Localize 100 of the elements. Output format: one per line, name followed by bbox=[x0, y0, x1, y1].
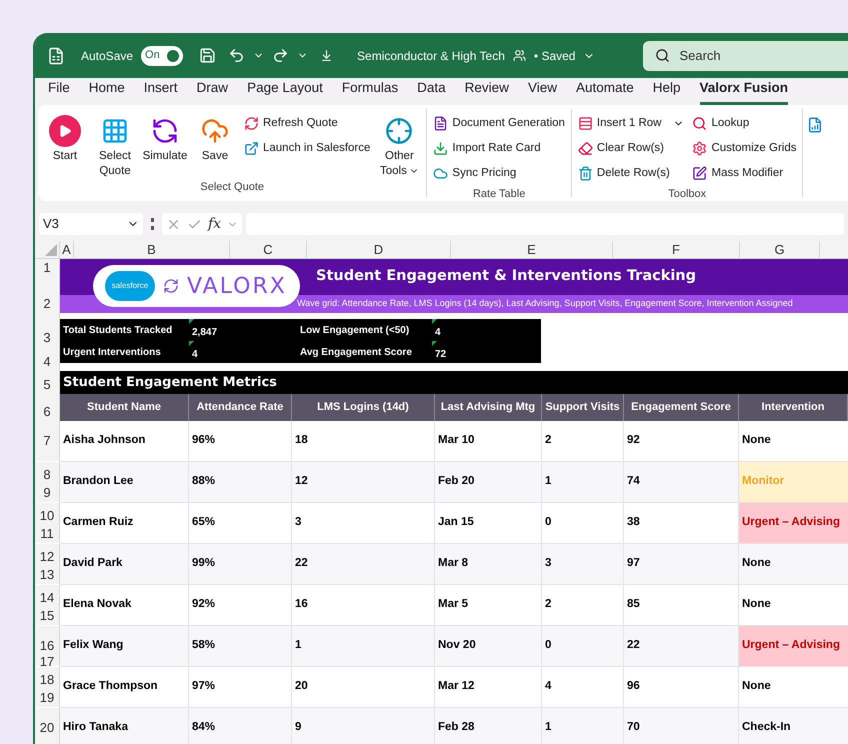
table-cell: 3 bbox=[542, 544, 624, 584]
table-cell: 85 bbox=[624, 585, 739, 625]
table-cell: Carmen Ruiz bbox=[60, 503, 189, 543]
kpi-label: Total Students Tracked bbox=[62, 324, 174, 338]
intervention-cell: Urgent – Advising bbox=[739, 626, 848, 666]
ribbon-button[interactable]: Customize Grids bbox=[690, 136, 798, 161]
row-number: 1 bbox=[43, 259, 51, 277]
menu-tab[interactable]: Data bbox=[417, 78, 446, 105]
table-cell: 12 bbox=[292, 462, 435, 502]
table-cell: 92% bbox=[189, 585, 292, 625]
menu-tab[interactable]: Home bbox=[88, 78, 125, 105]
ribbon-button[interactable]: Lookup bbox=[690, 111, 798, 136]
menu-tab[interactable]: Formulas bbox=[342, 78, 398, 105]
edit-icon bbox=[692, 166, 708, 181]
download-tray-icon bbox=[433, 141, 448, 156]
save-status[interactable]: • Saved bbox=[534, 46, 576, 64]
ribbon-large-button[interactable]: Simulate bbox=[142, 109, 188, 179]
menu-tab[interactable]: Review bbox=[464, 78, 509, 105]
intervention-cell-text: Check-In bbox=[741, 720, 792, 736]
menu-tab[interactable]: Insert bbox=[144, 78, 178, 105]
ribbon-button[interactable]: Document Generation bbox=[431, 111, 567, 136]
document-title: Semiconductor & High Tech bbox=[357, 48, 505, 64]
section-title: Student Engagement Metrics bbox=[62, 374, 277, 392]
column-header[interactable]: E bbox=[451, 241, 613, 258]
intervention-cell-text: None bbox=[741, 597, 772, 612]
row-number: 15 bbox=[40, 607, 54, 625]
column-header[interactable]: F bbox=[613, 241, 740, 258]
table-cell: 22 bbox=[292, 544, 435, 584]
document-icon bbox=[807, 117, 824, 133]
ribbon-button[interactable]: Insert 1 Row bbox=[576, 111, 686, 136]
ribbon-group-label: Toolbox bbox=[667, 187, 708, 201]
table-cell: 18 bbox=[292, 421, 435, 461]
table-cell: David Park bbox=[60, 544, 189, 584]
table-cell: Grace Thompson bbox=[60, 667, 189, 707]
grid-icon bbox=[101, 117, 129, 145]
error-indicator-icon bbox=[432, 341, 437, 346]
row-number: 8 bbox=[43, 466, 51, 484]
row-number: 4 bbox=[43, 353, 51, 371]
menu-tab[interactable]: Help bbox=[652, 78, 681, 105]
table-cell: Mar 5 bbox=[435, 585, 542, 625]
ribbon-button[interactable]: Refresh Quote bbox=[242, 111, 372, 136]
menu-tab[interactable]: Page Layout bbox=[247, 78, 323, 105]
table-cell: 1 bbox=[292, 626, 435, 666]
ribbon-large-button[interactable]: Start bbox=[42, 109, 88, 179]
kpi-value: 2,847 bbox=[192, 326, 218, 340]
name-box[interactable]: V3 bbox=[39, 213, 143, 235]
people-icon bbox=[512, 49, 526, 62]
column-header[interactable]: G bbox=[740, 241, 820, 258]
table-cell: Felix Wang bbox=[60, 626, 189, 666]
table-cell: 9 bbox=[292, 708, 435, 744]
ribbon-button[interactable]: Import Rate Card bbox=[431, 136, 567, 161]
column-header[interactable]: C bbox=[230, 241, 307, 258]
column-header[interactable]: B bbox=[74, 241, 230, 258]
table-cell: Mar 12 bbox=[435, 667, 542, 707]
table-cell: Aisha Johnson bbox=[60, 421, 189, 461]
ribbon-large-button[interactable]: Other Tools bbox=[376, 109, 422, 179]
table-cell: 92 bbox=[624, 421, 739, 461]
row-number: 10 bbox=[40, 507, 54, 525]
menu-tab[interactable]: Automate bbox=[576, 78, 634, 105]
start-play-icon bbox=[49, 115, 81, 147]
ribbon-large-button[interactable]: Save bbox=[192, 109, 238, 179]
row-number: 5 bbox=[43, 376, 51, 394]
menu-tab[interactable]: Draw bbox=[196, 78, 228, 105]
kpi-value: 72 bbox=[435, 348, 446, 362]
menu-tab[interactable]: File bbox=[48, 78, 70, 105]
table-cell: 1 bbox=[542, 462, 624, 502]
autosave-toggle[interactable]: On bbox=[141, 46, 184, 66]
undo-icon[interactable] bbox=[228, 47, 246, 64]
table-cell: Hiro Tanaka bbox=[60, 708, 189, 744]
kpi-value: 4 bbox=[192, 348, 198, 362]
table-cell: Feb 20 bbox=[435, 462, 542, 502]
kpi-label: Urgent Interventions bbox=[62, 346, 162, 360]
table-cell: 97% bbox=[189, 667, 292, 707]
table-cell: Jan 15 bbox=[435, 503, 542, 543]
ribbon-large-button[interactable]: Select Quote bbox=[92, 109, 138, 179]
customize-toolbar-icon[interactable] bbox=[320, 49, 334, 62]
error-indicator-icon bbox=[432, 319, 437, 324]
row-number: 18 bbox=[40, 671, 54, 689]
table-cell: 65% bbox=[189, 503, 292, 543]
column-header[interactable]: A bbox=[60, 241, 74, 258]
table-cell: 96% bbox=[189, 421, 292, 461]
ribbon-button[interactable]: Delete Row(s) bbox=[576, 161, 686, 186]
more-options-icon[interactable] bbox=[151, 218, 154, 230]
intervention-cell: Urgent – Advising bbox=[739, 503, 848, 543]
ribbon-button[interactable]: Sync Pricing bbox=[431, 161, 567, 186]
refresh-icon bbox=[244, 116, 259, 131]
ribbon-button[interactable]: Launch in Salesforce bbox=[242, 136, 372, 161]
column-header[interactable]: D bbox=[307, 241, 451, 258]
insert-function-button[interactable]: fx bbox=[208, 214, 222, 234]
table-cell: Elena Novak bbox=[60, 585, 189, 625]
gear-icon bbox=[692, 141, 708, 156]
search-field[interactable]: Search bbox=[643, 40, 848, 70]
ribbon-button[interactable]: Mass Modifier bbox=[690, 161, 798, 186]
redo-icon[interactable] bbox=[272, 47, 290, 64]
search-icon bbox=[692, 116, 708, 131]
menu-tab[interactable]: View bbox=[528, 78, 557, 105]
ribbon-button[interactable]: Clear Row(s) bbox=[576, 136, 686, 161]
insert-row-icon bbox=[578, 116, 593, 131]
save-icon[interactable] bbox=[199, 47, 216, 64]
sync-arrows-icon bbox=[163, 278, 179, 294]
